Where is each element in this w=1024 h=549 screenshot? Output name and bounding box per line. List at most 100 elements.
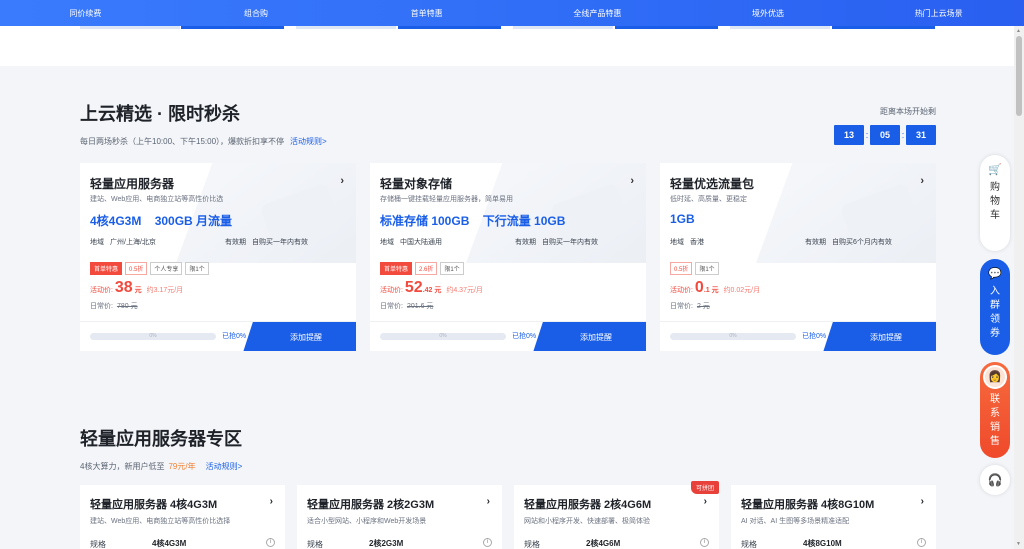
- chevron-right-icon[interactable]: ›: [340, 175, 344, 187]
- scroll-up-icon[interactable]: ▲: [1016, 28, 1021, 34]
- group-label-3: 领: [990, 314, 1000, 325]
- spec-label: 规格: [307, 540, 323, 549]
- chevron-right-icon[interactable]: ›: [704, 496, 707, 507]
- price-unit: .1 元: [703, 287, 719, 294]
- progress-bar: 0%: [670, 333, 796, 340]
- spec-label: 规格: [524, 540, 540, 549]
- add-reminder-button[interactable]: 添加提醒: [546, 322, 646, 351]
- spec-label: 规格: [90, 540, 106, 549]
- tag-first-order: 首单特惠: [380, 262, 413, 275]
- validity: 有效期 自购买一年内有效: [225, 237, 308, 247]
- tag-first-order: 首单特惠: [90, 262, 123, 275]
- orig-value: 201.6 元: [406, 303, 434, 310]
- strip-button[interactable]: [832, 26, 935, 29]
- add-reminder-button[interactable]: 添加提醒: [836, 322, 936, 351]
- card-desc: 低时延、高质量、更稳定: [670, 196, 747, 203]
- lighthouse-card[interactable]: 轻量应用服务器 4核4G3M › 建站、Web应用、电商独立站等高性价比选择 规…: [80, 485, 285, 549]
- card-title: 轻量应用服务器: [90, 177, 175, 191]
- page-scrollbar[interactable]: ▲ ▼: [1014, 26, 1024, 549]
- card-spec: 4核4G3M 300GB 月流量: [90, 214, 233, 228]
- card-desc: 适合小型网站、小程序和Web开发场景: [307, 518, 427, 525]
- chevron-right-icon[interactable]: ›: [630, 175, 634, 187]
- flash-sale-subtitle: 每日两场秒杀（上午10:00、下午15:00），爆款折扣享不停 活动规则>: [80, 136, 936, 147]
- nav-item-all-products[interactable]: 全线产品特惠: [512, 8, 683, 19]
- countdown-minutes: 05: [870, 125, 900, 145]
- chevron-right-icon[interactable]: ›: [487, 496, 490, 507]
- price-per-month: 约0.02元/月: [723, 287, 761, 294]
- nav-item-renew[interactable]: 同价续费: [0, 8, 171, 19]
- lighthouse-card[interactable]: 可拼团 轻量应用服务器 2核4G6M › 网站和小程序开发、快速部署、极简体验 …: [514, 481, 719, 549]
- spec-value: 4核4G3M: [152, 539, 187, 548]
- flash-card-lighthouse[interactable]: 轻量应用服务器 › 建站、Web应用、电商独立站等高性价比选 4核4G3M 30…: [80, 163, 356, 351]
- card-desc: 存储桶一键挂载轻量应用服务器，简单易用: [380, 196, 513, 203]
- price-label: 活动价:: [380, 287, 403, 294]
- flash-rules-link[interactable]: 活动规则>: [290, 137, 327, 146]
- contact-sales-button[interactable]: 👩 联 系 销 售: [980, 362, 1010, 458]
- info-icon[interactable]: i: [483, 538, 492, 547]
- chevron-right-icon[interactable]: ›: [921, 496, 924, 507]
- card-tags: 0.5折 限1个: [670, 262, 719, 275]
- region-value: 中国大陆通用: [400, 239, 442, 246]
- card-tags: 首单特惠 0.5折 个人专享 限1个: [90, 262, 209, 275]
- validity: 有效期 自购买6个月内有效: [805, 237, 892, 247]
- chevron-right-icon[interactable]: ›: [270, 496, 273, 507]
- validity-value: 自购买一年内有效: [542, 239, 598, 246]
- strip-button[interactable]: [615, 26, 718, 29]
- validity-label: 有效期: [225, 239, 246, 246]
- sales-label-3: 销: [990, 422, 1000, 433]
- sold-percent: 已抢0%: [222, 333, 247, 340]
- join-group-coupon-button[interactable]: 💬 入 群 领 券: [980, 259, 1010, 355]
- scrollbar-thumb[interactable]: [1016, 36, 1022, 116]
- card-footer: 0% 已抢0% 添加提醒: [660, 321, 936, 351]
- region-value: 广州/上海/北京: [110, 239, 156, 246]
- tag-limit: 限1个: [695, 262, 719, 275]
- strip-button[interactable]: [398, 26, 501, 29]
- lighthouse-card[interactable]: 轻量应用服务器 4核8G10M › AI 对话、AI 生图等多场景精准适配 规格…: [731, 485, 936, 549]
- flash-card-object-storage[interactable]: 轻量对象存储 › 存储桶一键挂载轻量应用服务器，简单易用 标准存储 100GB …: [370, 163, 646, 351]
- flash-card-traffic-pack[interactable]: 轻量优选流量包 › 低时延、高质量、更稳定 1GB 地域 香港 有效期 自购买6个月…: [660, 163, 936, 351]
- activity-price: 活动价: 38 元 约3.17元/月: [90, 279, 183, 297]
- lighthouse-rules-link[interactable]: 活动规则>: [206, 462, 243, 471]
- sales-label-4: 售: [990, 436, 1000, 447]
- button-label: 添加提醒: [290, 332, 322, 342]
- info-icon[interactable]: i: [266, 538, 275, 547]
- nav-item-first-order[interactable]: 首单特惠: [341, 8, 512, 19]
- card-title: 轻量对象存储: [380, 177, 453, 191]
- nav-item-scenarios[interactable]: 热门上云场景: [853, 8, 1024, 19]
- info-icon[interactable]: i: [917, 538, 926, 547]
- tag-limit: 限1个: [440, 262, 464, 275]
- price-value: 38: [114, 279, 133, 296]
- spec-value: 2核2G3M: [369, 539, 404, 548]
- card-spec: 1GB: [670, 212, 695, 226]
- group-label-4: 券: [990, 328, 1000, 339]
- card-tags: 首单特惠 2.6折 限1个: [380, 262, 464, 275]
- headset-icon: 🎧: [987, 473, 1003, 487]
- nav-item-overseas[interactable]: 境外优选: [683, 8, 854, 19]
- strip-divider: [296, 26, 396, 29]
- info-icon[interactable]: i: [700, 538, 709, 547]
- scroll-down-icon[interactable]: ▼: [1016, 541, 1021, 547]
- validity-value: 自购买6个月内有效: [832, 239, 892, 246]
- spec-value: 2核4G6M: [586, 539, 621, 548]
- strip-divider: [730, 26, 830, 29]
- add-reminder-button[interactable]: 添加提醒: [256, 322, 356, 351]
- card-meta: 地域 广州/上海/北京 有效期 自购买一年内有效: [90, 237, 346, 247]
- card-meta: 地域 香港 有效期 自购买6个月内有效: [670, 237, 926, 247]
- flash-sale-header: 上云精选 · 限时秒杀 每日两场秒杀（上午10:00、下午15:00），爆款折扣…: [80, 100, 936, 150]
- lighthouse-card[interactable]: 轻量应用服务器 2核2G3M › 适合小型网站、小程序和Web开发场景 规格 2…: [297, 485, 502, 549]
- countdown-hours: 13: [834, 125, 864, 145]
- card-meta: 地域 中国大陆通用 有效期 自购买一年内有效: [380, 237, 636, 247]
- price-per-month: 约4.37元/月: [446, 287, 483, 294]
- cart-button[interactable]: 🛒 购 物 车: [980, 155, 1010, 251]
- customer-support-button[interactable]: 🎧: [980, 465, 1010, 495]
- sales-label-1: 联: [990, 394, 1000, 405]
- nav-item-bundle[interactable]: 组合购: [171, 8, 342, 19]
- card-desc: 建站、Web应用、电商独立站等高性价比选: [90, 196, 224, 203]
- chevron-right-icon[interactable]: ›: [920, 175, 924, 187]
- countdown-label: 距离本场开始剩: [880, 107, 936, 116]
- previous-section-strip: [0, 26, 1014, 66]
- strip-button[interactable]: [181, 26, 284, 29]
- validity-value: 自购买一年内有效: [252, 239, 308, 246]
- tag-limit: 限1个: [185, 262, 209, 275]
- orig-label: 日常价:: [670, 303, 693, 310]
